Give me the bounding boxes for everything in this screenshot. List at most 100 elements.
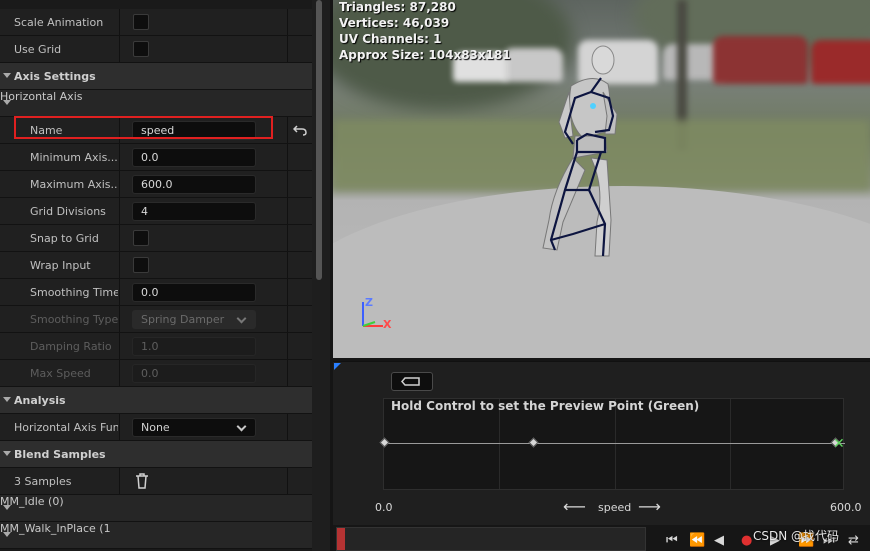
stats-vertices: Vertices: 46,039 xyxy=(339,16,450,30)
reset-cell xyxy=(287,144,312,170)
expand-caret-icon[interactable] xyxy=(3,397,11,402)
property-value-cell: Spring Damper xyxy=(119,306,287,332)
scale-animation-checkbox[interactable] xyxy=(133,14,149,30)
grid-line xyxy=(730,399,731,489)
property-label: Horizontal Axis Func xyxy=(14,420,118,434)
expand-caret-icon[interactable] xyxy=(3,532,11,537)
axis-name-label: speed xyxy=(598,501,632,514)
chevron-down-icon xyxy=(236,421,247,432)
expand-caret-icon[interactable] xyxy=(3,451,11,456)
group-mm-walk-inplace-1[interactable]: MM_Walk_InPlace (1 xyxy=(0,522,312,549)
horizontal-axis-func-dropdown[interactable]: None xyxy=(132,418,256,437)
property-row-use-grid: Use Grid xyxy=(0,36,312,63)
axis-right-arrow: ⟶ xyxy=(638,497,661,516)
blend-space-editor: Hold Control to set the Preview Point (G… xyxy=(333,361,870,525)
mannequin-figure xyxy=(542,45,618,257)
property-row-scale-animation: Scale Animation xyxy=(0,9,312,36)
property-row-snap-to-grid: Snap to Grid xyxy=(0,225,312,252)
property-row-maximum-axis: Maximum Axis... 600.0 xyxy=(0,171,312,198)
animation-timeline: ⏮ ⏪ ◀ ● ▶ ⏩ ⏭ ⇄ CSDN @找代码 xyxy=(333,525,870,551)
details-panel: Scale Animation Use Grid Axis Settings Hori… xyxy=(0,0,312,551)
expand-caret-icon[interactable] xyxy=(3,73,11,78)
preview-hint: Hold Control to set the Preview Point (G… xyxy=(391,399,700,413)
name-input[interactable]: speed xyxy=(132,121,256,140)
blend-space-graph[interactable]: Hold Control to set the Preview Point (G… xyxy=(379,398,847,490)
property-row-minimum-axis: Minimum Axis... 0.0 xyxy=(0,144,312,171)
property-label: Grid Divisions xyxy=(30,204,106,218)
details-scrollbar[interactable] xyxy=(312,0,330,551)
property-value-cell xyxy=(119,468,287,494)
property-label: Maximum Axis... xyxy=(30,177,118,191)
grid-divisions-input[interactable]: 4 xyxy=(132,202,256,221)
group-label: Horizontal Axis xyxy=(0,90,83,103)
property-label: 3 Samples xyxy=(14,474,72,488)
property-label: Smoothing Time xyxy=(30,285,118,299)
category-blend-samples[interactable]: Blend Samples xyxy=(0,441,312,468)
smoothing-time-input[interactable]: 0.0 xyxy=(132,283,256,302)
reset-cell xyxy=(287,9,312,35)
blend-sample-point[interactable] xyxy=(379,437,390,448)
reset-to-default-icon[interactable] xyxy=(293,124,307,136)
horizontal-axis-line xyxy=(384,443,845,444)
dropdown-value: None xyxy=(141,421,170,434)
blend-sample-point[interactable] xyxy=(528,437,539,448)
stats-approx-size: Approx Size: 104x83x181 xyxy=(339,48,511,62)
property-row-3-samples: 3 Samples xyxy=(0,468,312,495)
reset-cell xyxy=(287,198,312,224)
category-label: Blend Samples xyxy=(14,447,106,461)
skip-to-start-icon[interactable]: ⏮ xyxy=(666,534,678,547)
minimum-axis-input[interactable]: 0.0 xyxy=(132,148,256,167)
property-label: Minimum Axis... xyxy=(30,150,118,164)
property-row-horizontal-axis-func: Horizontal Axis Func None xyxy=(0,414,312,441)
timeline-scrub-bar[interactable] xyxy=(336,527,646,551)
playhead-marker[interactable] xyxy=(337,528,345,550)
snap-to-grid-checkbox[interactable] xyxy=(133,230,149,246)
stats-triangles: Triangles: 87,280 xyxy=(339,0,456,14)
property-value-cell xyxy=(119,36,287,62)
axis-max-label: 600.0 xyxy=(830,501,862,514)
property-row-wrap-input: Wrap Input xyxy=(0,252,312,279)
details-scrollbar-thumb[interactable] xyxy=(316,0,322,280)
property-value-cell: None xyxy=(119,414,287,440)
record-icon[interactable]: ● xyxy=(741,534,752,547)
category-label: Axis Settings xyxy=(14,69,96,83)
property-value-cell: 0.0 xyxy=(119,279,287,305)
property-value-cell: 0.0 xyxy=(119,144,287,170)
damping-ratio-input: 1.0 xyxy=(132,337,256,356)
property-row-smoothing-type: Smoothing Type Spring Damper xyxy=(0,306,312,333)
watermark: CSDN @找代码 xyxy=(753,529,840,543)
step-back-icon[interactable]: ⏪ xyxy=(689,534,705,547)
axis-left-arrow: ⟵ xyxy=(563,497,586,516)
reset-cell xyxy=(287,414,312,440)
group-horizontal-axis[interactable]: Horizontal Axis xyxy=(0,90,312,117)
use-grid-checkbox[interactable] xyxy=(133,41,149,57)
property-value-cell xyxy=(119,225,287,251)
category-axis-settings[interactable]: Axis Settings xyxy=(0,63,312,90)
reset-cell xyxy=(287,306,312,332)
category-label: Analysis xyxy=(14,393,66,407)
property-value-cell: 0.0 xyxy=(119,360,287,386)
play-reverse-icon[interactable]: ◀ xyxy=(714,534,724,547)
preview-viewport[interactable]: Z X Triangles: 87,280 Vertices: 46,039 U… xyxy=(333,0,870,358)
wrap-input-checkbox[interactable] xyxy=(133,257,149,273)
property-value-cell xyxy=(119,9,287,35)
property-value-cell xyxy=(119,252,287,278)
maximum-axis-input[interactable]: 600.0 xyxy=(132,175,256,194)
trash-icon[interactable] xyxy=(135,473,149,489)
keyboard-toggle-button[interactable] xyxy=(391,372,433,391)
group-mm-idle-0[interactable]: MM_Idle (0) xyxy=(0,495,312,522)
preview-point-marker[interactable]: ✕ xyxy=(833,437,847,451)
loop-icon[interactable]: ⇄ xyxy=(848,534,859,547)
group-label: MM_Walk_InPlace (1 xyxy=(0,522,111,535)
reset-cell xyxy=(287,225,312,251)
expand-caret-icon[interactable] xyxy=(3,100,11,105)
property-row-damping-ratio: Damping Ratio 1.0 xyxy=(0,333,312,360)
category-analysis[interactable]: Analysis xyxy=(0,387,312,414)
smoothing-type-dropdown: Spring Damper xyxy=(132,310,256,329)
property-label: Max Speed xyxy=(30,366,91,380)
property-row-grid-divisions: Grid Divisions 4 xyxy=(0,198,312,225)
property-row-max-speed: Max Speed 0.0 xyxy=(0,360,312,387)
expand-caret-icon[interactable] xyxy=(3,505,11,510)
stats-uv-channels: UV Channels: 1 xyxy=(339,32,442,46)
property-row-smoothing-time: Smoothing Time 0.0 xyxy=(0,279,312,306)
